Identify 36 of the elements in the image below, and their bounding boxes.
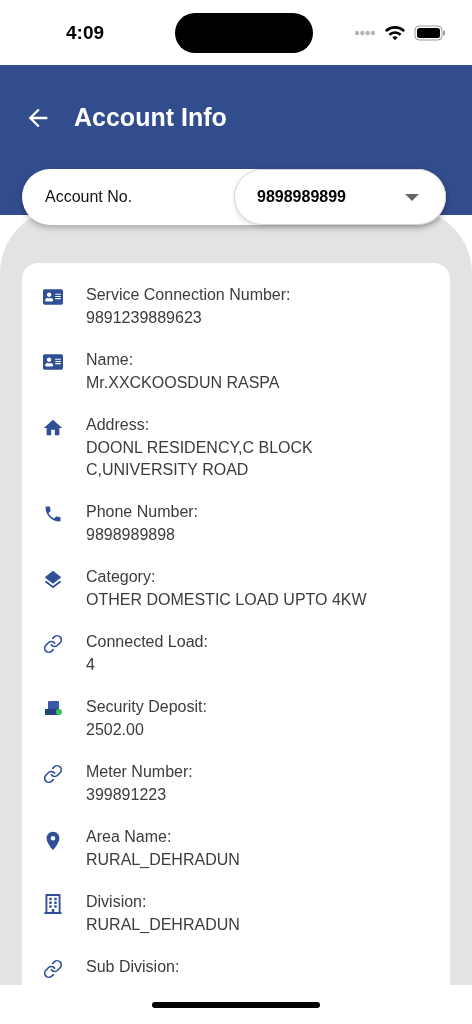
detail-label: Area Name: [86,827,173,846]
layers-icon [42,569,64,591]
account-dropdown[interactable]: 9898989899 [234,169,446,225]
detail-value: 4 [86,655,96,675]
detail-label: Security Deposit: [86,697,207,716]
link-icon [43,959,63,979]
signal-icon [354,29,376,36]
status-time: 4:09 [66,21,105,44]
detail-label: Phone Number: [86,502,199,521]
detail-label: Division: [86,892,148,911]
detail-value: OTHER DOMESTIC LOAD UPTO 4KW [86,590,367,610]
detail-value: Mr.XXCKOOSDUN RASPA [86,373,280,393]
detail-label: Name: [86,350,135,369]
id-card-icon [43,352,63,372]
detail-value: RURAL_DEHRADUN [86,915,240,935]
building-icon [43,894,63,914]
detail-label: Connected Load: [86,632,208,651]
page-title: Account Info [74,103,227,132]
battery-icon [414,24,446,41]
detail-label: Service Connection Number: [86,285,291,304]
detail-value: 9891239889623 [86,308,203,328]
detail-value: 2502.00 [86,720,145,740]
phone-icon [43,504,63,524]
link-icon [43,634,63,654]
detail-value: 9898989898 [86,525,176,545]
detail-label: Address: [86,415,151,434]
account-label: Account No. [44,188,134,206]
detail-label: Sub Division: [86,957,180,976]
link-icon [43,764,63,784]
id-card-icon [43,287,63,307]
caret-icon [405,193,419,201]
detail-value: DOONL RESIDENCY,C BLOCK C,UNIVERSITY ROAD [86,438,314,480]
detail-label: Category: [86,567,157,586]
detail-label: Meter Number: [86,762,193,781]
detail-value: 399891223 [86,785,168,805]
detail-value: RURAL_DEHRADUN [86,850,240,870]
